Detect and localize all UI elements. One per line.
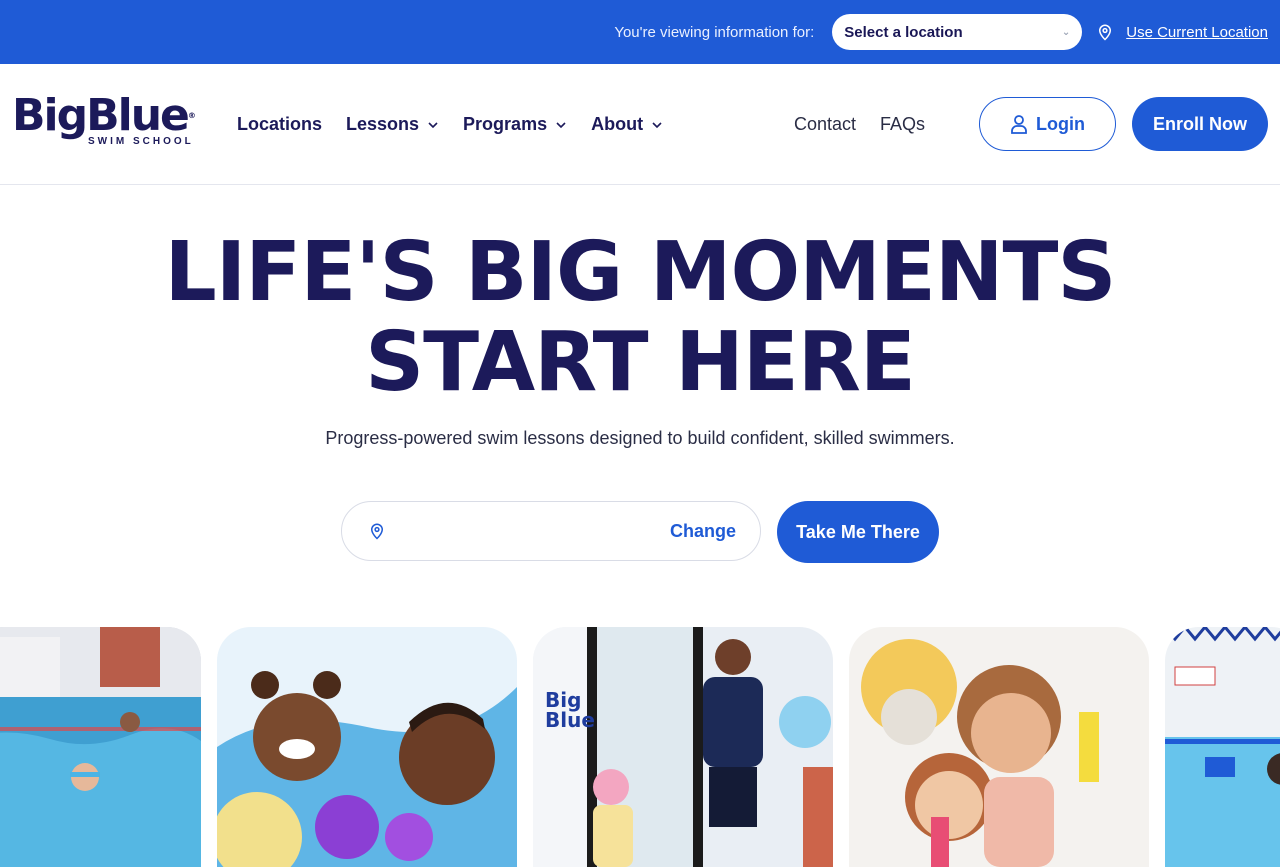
use-current-location-link[interactable]: Use Current Location <box>1126 24 1268 41</box>
nav-about[interactable]: About <box>591 114 663 135</box>
site-header: BigBlue® SWIM SCHOOL Locations Lessons P… <box>0 64 1280 185</box>
main-nav: Locations Lessons Programs About <box>237 64 663 185</box>
change-location-button[interactable]: Change <box>670 521 736 542</box>
login-label: Login <box>1036 113 1085 134</box>
viewing-info-text: You're viewing information for: <box>614 23 815 41</box>
registered-mark: ® <box>187 111 196 120</box>
hero-title-line2: START HERE <box>365 315 916 410</box>
instructor-photo: Big Blue <box>533 627 833 867</box>
nav-programs[interactable]: Programs <box>463 114 567 135</box>
location-select[interactable]: Select a location ⌄ <box>832 14 1083 50</box>
nav-programs-label: Programs <box>463 114 548 134</box>
enroll-now-button[interactable]: Enroll Now <box>1132 97 1268 151</box>
pool-swimmers-photo <box>0 627 201 867</box>
kids-with-ribbons-photo <box>849 627 1149 867</box>
map-pin-icon <box>1099 24 1112 41</box>
nav-locations-label: Locations <box>237 114 323 134</box>
chevron-down-icon <box>556 121 566 128</box>
nav-lessons[interactable]: Lessons <box>346 114 439 135</box>
svg-text:Blue: Blue <box>545 708 595 732</box>
nav-contact[interactable]: Contact <box>794 114 856 135</box>
nav-lessons-label: Lessons <box>346 114 420 134</box>
big-blue-logo[interactable]: BigBlue® SWIM SCHOOL <box>12 94 202 156</box>
location-search-field[interactable]: Change <box>341 501 761 561</box>
login-button[interactable]: Login <box>979 97 1116 151</box>
location-select-value: Select a location <box>844 23 963 41</box>
chevron-down-icon <box>428 121 438 128</box>
pool-lanes-photo <box>1165 627 1280 867</box>
logo-subtitle: SWIM SCHOOL <box>88 136 194 147</box>
toddler-and-dad-photo <box>217 627 517 867</box>
map-pin-icon <box>370 523 384 540</box>
chevron-down-icon <box>652 121 662 128</box>
secondary-nav: Contact FAQs <box>794 64 925 185</box>
hero-title: LIFE'S BIG MOMENTS START HERE <box>0 228 1280 408</box>
nav-locations[interactable]: Locations <box>237 114 322 135</box>
hero-subtitle: Progress-powered swim lessons designed t… <box>325 428 955 448</box>
user-icon <box>1011 115 1027 134</box>
hero-title-line1: LIFE'S BIG MOMENTS <box>164 225 1117 320</box>
nav-about-label: About <box>591 114 644 134</box>
logo-wordmark: BigBlue <box>12 90 190 141</box>
take-me-there-button[interactable]: Take Me There <box>777 501 939 563</box>
chevron-down-icon: ⌄ <box>1061 26 1071 38</box>
nav-faqs[interactable]: FAQs <box>880 114 925 135</box>
location-bar: You're viewing information for: Select a… <box>0 0 1280 64</box>
